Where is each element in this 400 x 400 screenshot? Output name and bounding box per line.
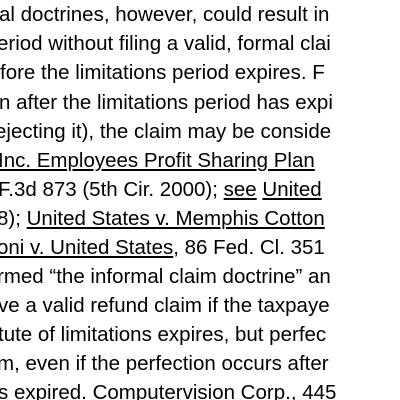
text-line-5: ejecting it), the claim may be conside: [0, 120, 332, 143]
text-line-6: Inc. Employees Profit Sharing Plan: [0, 149, 315, 173]
citation-text: , 86 Fed. Cl. 351: [173, 236, 325, 259]
text-line-4: n after the limitations period has expi: [0, 91, 333, 114]
citation-text: F.3d 873 (5th Cir. 2000);: [0, 178, 224, 201]
text-line-2: eriod without filing a valid, formal cla…: [0, 32, 331, 55]
case-name-profit-sharing: Inc. Employees Profit Sharing Plan: [0, 149, 315, 172]
text-line-10: rmed “the informal claim doctrine” an: [0, 265, 331, 288]
text-line-13: m, even if the perfection occurs after: [0, 352, 329, 375]
citation-text: 8);: [0, 207, 21, 230]
case-name-united: United: [262, 178, 322, 201]
signal-see: see: [223, 178, 257, 201]
text-line-7: F.3d 873 (5th Cir. 2000); see United: [0, 178, 322, 202]
text-line-3: fore the limitations period expires. F: [0, 61, 325, 84]
text-line-14: s expired. Computervision Corp., 445: [0, 381, 337, 400]
case-name-united-states: oni v. United States: [0, 236, 174, 259]
text-line-12: tute of limitations expires, but perfec: [0, 323, 327, 346]
text-line-8: 8); United States v. Memphis Cotton: [0, 207, 325, 231]
text-line-9: oni v. United States, 86 Fed. Cl. 351: [0, 236, 325, 260]
document-page: al doctrines, however, could result in e…: [0, 0, 400, 400]
text-line-11: ve a valid refund claim if the taxpaye: [0, 294, 330, 317]
text-line-1: al doctrines, however, could result in: [0, 3, 330, 26]
case-name-memphis-cotton: United States v. Memphis Cotton: [26, 207, 325, 230]
